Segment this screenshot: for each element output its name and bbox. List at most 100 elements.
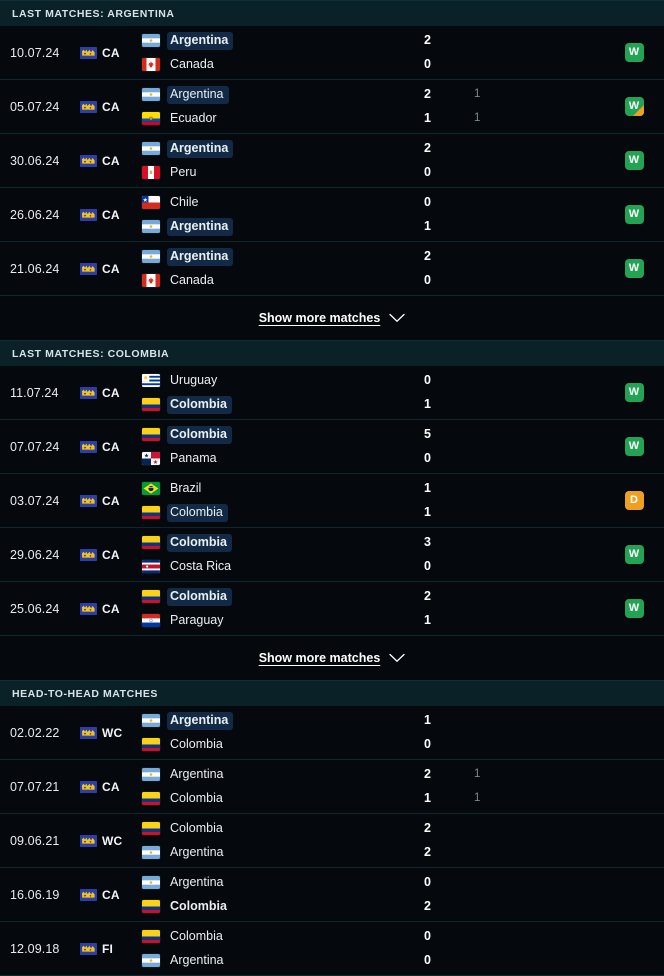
match-row[interactable]: 16.06.19 CA Argentina Colombia 0 2 (0, 868, 664, 922)
team-line-home[interactable]: Argentina (142, 765, 424, 784)
score-away: 1 (424, 397, 431, 411)
team-name-home: Brazil (170, 480, 202, 495)
team-line-away[interactable]: Canada (142, 271, 424, 290)
teams-cell: Argentina Colombia (142, 706, 424, 759)
competition-cell[interactable]: CA (80, 188, 142, 241)
score-away: 0 (424, 165, 431, 179)
team-line-home[interactable]: Argentina (142, 247, 424, 266)
competition-cell[interactable]: CA (80, 474, 142, 527)
score-line-home: 2 (424, 31, 604, 50)
result-badge-win[interactable]: W (624, 43, 644, 62)
score-home: 5 (424, 427, 431, 441)
match-row[interactable]: 11.07.24 CA Uruguay Colombia 0 1 W (0, 366, 664, 420)
team-line-away[interactable]: Argentina (142, 951, 424, 970)
team-line-away[interactable]: Argentina (142, 843, 424, 862)
show-more-matches-button[interactable]: Show more matches (0, 296, 664, 340)
result-badge-draw[interactable]: D (624, 491, 644, 510)
result-badge-letter: W (628, 100, 640, 112)
competition-cell[interactable]: CA (80, 868, 142, 921)
flag-icon-argentina (142, 250, 160, 263)
competition-cell[interactable]: WC (80, 706, 142, 759)
flag-icon-colombia (142, 398, 160, 411)
match-row[interactable]: 05.07.24 CA Argentina Ecuador 2 1 1 1 W (0, 80, 664, 134)
show-more-matches-button[interactable]: Show more matches (0, 636, 664, 680)
result-badge-win[interactable]: W (624, 437, 644, 456)
match-history-panel: LAST MATCHES: ARGENTINA 10.07.24 CA Arge… (0, 0, 664, 976)
match-row[interactable]: 07.07.21 CA Argentina Colombia 2 1 1 1 (0, 760, 664, 814)
secondary-score-home: 1 (474, 88, 481, 100)
competition-cell[interactable]: CA (80, 420, 142, 473)
result-badge-letter: W (628, 548, 640, 560)
team-line-away[interactable]: Ecuador (142, 109, 424, 128)
result-badge-win[interactable]: W (624, 599, 644, 618)
competition-cell[interactable]: CA (80, 80, 142, 133)
section-title: LAST MATCHES: ARGENTINA (12, 7, 175, 20)
competition-cell[interactable]: CA (80, 760, 142, 813)
result-badge-win[interactable]: W (624, 97, 644, 116)
team-line-away[interactable]: Panama (142, 449, 424, 468)
competition-cell[interactable]: CA (80, 582, 142, 635)
competition-cell[interactable]: WC (80, 814, 142, 867)
competition-code: CA (102, 99, 120, 114)
competition-code: CA (102, 493, 120, 508)
team-line-home[interactable]: Colombia (142, 819, 424, 838)
team-line-away[interactable]: Paraguay (142, 611, 424, 630)
team-line-home[interactable]: Chile (142, 193, 424, 212)
team-line-home[interactable]: Argentina (142, 711, 424, 730)
result-badge-win[interactable]: W (624, 545, 644, 564)
team-line-away[interactable]: Costa Rica (142, 557, 424, 576)
section-header-last-matches-colombia: LAST MATCHES: COLOMBIA (0, 340, 664, 366)
match-row[interactable]: 25.06.24 CA Colombia Paraguay 2 1 W (0, 582, 664, 636)
competition-cell[interactable]: CA (80, 134, 142, 187)
team-line-home[interactable]: Colombia (142, 533, 424, 552)
flag-icon-canada (142, 274, 160, 287)
result-badge-win[interactable]: W (624, 205, 644, 224)
score-line-away: 2 (424, 897, 604, 916)
match-row[interactable]: 03.07.24 CA Brazil Colombia 1 1 D (0, 474, 664, 528)
scores-cell: 0 2 (424, 868, 604, 921)
flag-icon-uruguay (142, 374, 160, 387)
team-line-away[interactable]: Colombia (142, 789, 424, 808)
result-badge-win[interactable]: W (624, 383, 644, 402)
competition-cell[interactable]: FI (80, 922, 142, 975)
result-badge-win[interactable]: W (624, 259, 644, 278)
team-line-away[interactable]: Argentina (142, 217, 424, 236)
match-row[interactable]: 12.09.18 FI Colombia Argentina 0 0 (0, 922, 664, 976)
match-row[interactable]: 07.07.24 CA Colombia Panama 5 0 W (0, 420, 664, 474)
team-line-home[interactable]: Argentina (142, 139, 424, 158)
team-line-away[interactable]: Colombia (142, 395, 424, 414)
match-row[interactable]: 02.02.22 WC Argentina Colombia 1 0 (0, 706, 664, 760)
score-home: 2 (424, 249, 431, 263)
result-cell (604, 760, 664, 813)
result-cell: W (604, 188, 664, 241)
team-line-home[interactable]: Argentina (142, 873, 424, 892)
competition-code: CA (102, 261, 120, 276)
match-row[interactable]: 10.07.24 CA Argentina Canada 2 0 W (0, 26, 664, 80)
team-line-home[interactable]: Uruguay (142, 371, 424, 390)
competition-cell[interactable]: CA (80, 26, 142, 79)
team-line-home[interactable]: Colombia (142, 425, 424, 444)
competition-code: CA (102, 887, 120, 902)
team-line-home[interactable]: Brazil (142, 479, 424, 498)
match-row[interactable]: 29.06.24 CA Colombia Costa Rica 3 0 W (0, 528, 664, 582)
match-row[interactable]: 09.06.21 WC Colombia Argentina 2 2 (0, 814, 664, 868)
team-line-home[interactable]: Colombia (142, 927, 424, 946)
team-line-away[interactable]: Colombia (142, 897, 424, 916)
scores-cell: 2 2 (424, 814, 604, 867)
team-line-away[interactable]: Colombia (142, 503, 424, 522)
team-line-away[interactable]: Peru (142, 163, 424, 182)
team-line-home[interactable]: Colombia (142, 587, 424, 606)
competition-cell[interactable]: CA (80, 242, 142, 295)
match-row[interactable]: 21.06.24 CA Argentina Canada 2 0 W (0, 242, 664, 296)
team-line-home[interactable]: Argentina (142, 31, 424, 50)
match-row[interactable]: 26.06.24 CA Chile Argentina 0 1 W (0, 188, 664, 242)
competition-cell[interactable]: CA (80, 528, 142, 581)
result-badge-win[interactable]: W (624, 151, 644, 170)
competition-cell[interactable]: CA (80, 366, 142, 419)
team-line-away[interactable]: Canada (142, 55, 424, 74)
flag-icon-costarica (142, 560, 160, 573)
team-line-home[interactable]: Argentina (142, 85, 424, 104)
match-row[interactable]: 30.06.24 CA Argentina Peru 2 0 W (0, 134, 664, 188)
team-line-away[interactable]: Colombia (142, 735, 424, 754)
match-date: 21.06.24 (10, 261, 60, 276)
